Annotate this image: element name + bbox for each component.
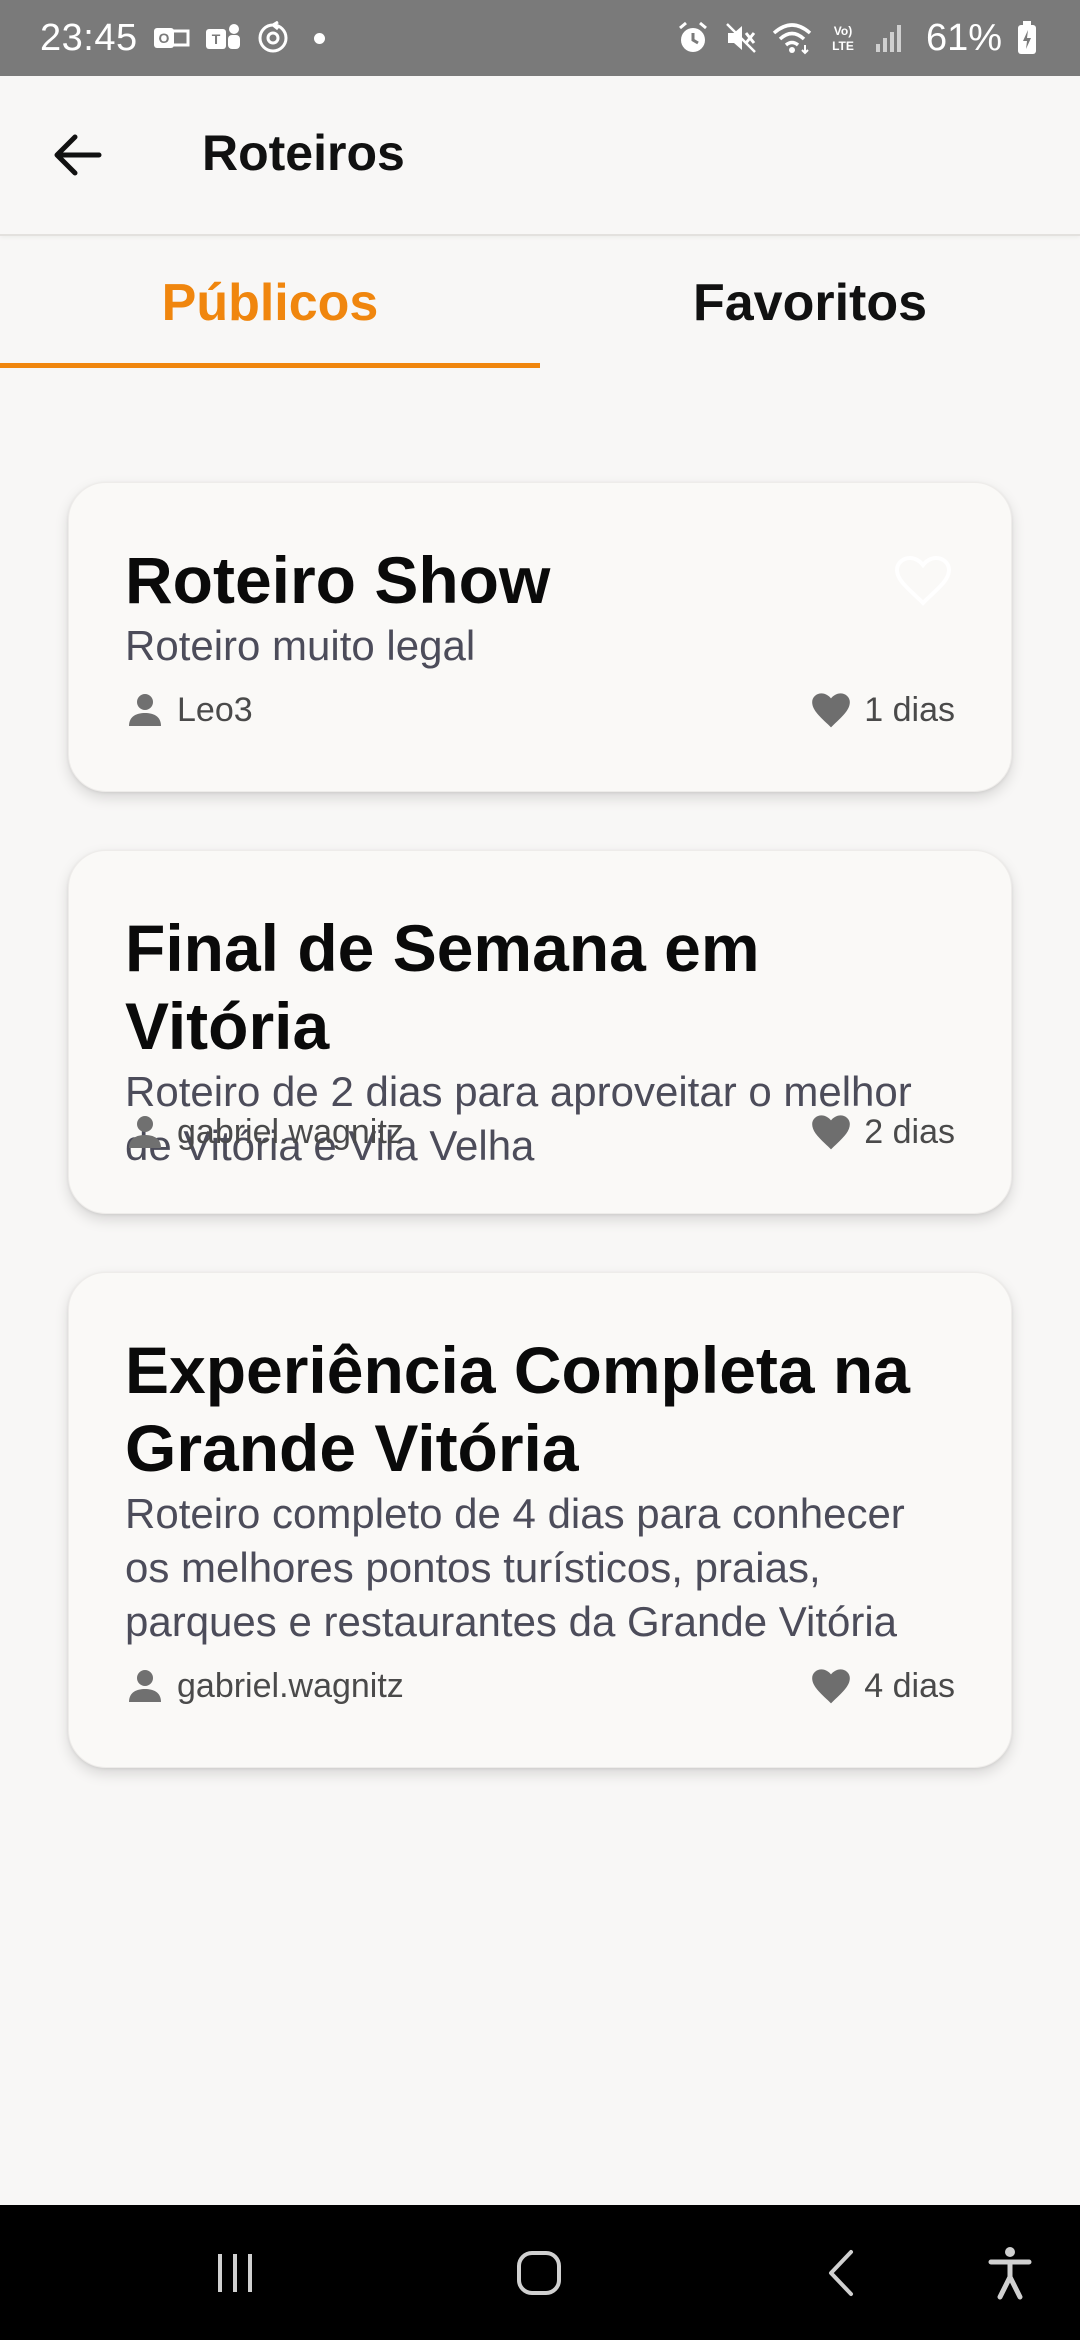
- days-count: 4 dias: [864, 1666, 955, 1705]
- svg-text:LTE: LTE: [832, 39, 854, 53]
- route-card[interactable]: Roteiro Show Roteiro muito legal Leo3 1 …: [68, 482, 1012, 792]
- accessibility-button[interactable]: [975, 2205, 1045, 2340]
- battery-percentage: 61%: [925, 16, 1002, 59]
- author: gabriel.wagnitz: [125, 1112, 404, 1152]
- tab-label: Públicos: [161, 274, 379, 332]
- teams-icon: T: [204, 21, 242, 55]
- heart-icon: [812, 693, 851, 728]
- heart-outline-icon: [894, 555, 952, 606]
- route-title: Final de Semana em Vitória: [125, 911, 760, 1063]
- route-card[interactable]: Experiência Completa na Grande Vitória R…: [68, 1272, 1012, 1768]
- heart-icon: [812, 1115, 851, 1150]
- sync-icon: [256, 21, 290, 55]
- author-name: Leo3: [177, 690, 253, 729]
- status-bar: 23:45 O T Vo) LTE 61%: [0, 0, 1080, 76]
- recent-apps-icon: [218, 2253, 252, 2292]
- days-count: 2 dias: [864, 1112, 955, 1151]
- person-icon: [129, 1670, 161, 1702]
- outlook-icon: O: [152, 22, 190, 54]
- days: 1 dias: [810, 691, 955, 730]
- days: 2 dias: [810, 1113, 955, 1152]
- wifi-icon: [772, 21, 812, 55]
- tab-label: Favoritos: [692, 274, 928, 332]
- route-footer: gabriel.wagnitz 2 dias: [125, 1107, 955, 1157]
- route-title: Experiência Completa na Grande Vitória: [125, 1333, 910, 1485]
- mute-icon: [724, 21, 758, 55]
- svg-text:Vo): Vo): [834, 24, 852, 38]
- tab-active-indicator: [0, 363, 540, 368]
- tab-bar: Públicos Favoritos: [0, 236, 1080, 370]
- signal-icon: [874, 22, 906, 54]
- recent-apps-button[interactable]: [190, 2205, 280, 2340]
- home-button[interactable]: [494, 2205, 584, 2340]
- favorite-button[interactable]: [891, 549, 955, 613]
- route-card[interactable]: Final de Semana em Vitória Roteiro de 2 …: [68, 850, 1012, 1214]
- notification-dot: [313, 32, 325, 44]
- route-description: Roteiro completo de 4 dias para conhecer…: [125, 1490, 905, 1645]
- route-title: Roteiro Show: [125, 543, 551, 617]
- back-button[interactable]: [32, 115, 122, 195]
- back-nav-button[interactable]: [800, 2205, 880, 2340]
- days: 4 dias: [810, 1667, 955, 1706]
- home-icon: [517, 2250, 561, 2295]
- status-bar-right: Vo) LTE 61%: [676, 17, 1038, 60]
- person-icon: [129, 694, 161, 726]
- svg-text:O: O: [158, 30, 169, 46]
- tab-publicos[interactable]: Públicos: [0, 236, 540, 370]
- status-time: 23:45: [40, 16, 138, 59]
- route-footer: Leo3 1 dias: [125, 685, 955, 735]
- page-title: Roteiros: [202, 125, 405, 181]
- route-description: Roteiro muito legal: [125, 622, 476, 669]
- person-icon: [129, 1116, 161, 1148]
- author: gabriel.wagnitz: [125, 1666, 404, 1706]
- author-name: gabriel.wagnitz: [177, 1112, 404, 1151]
- arrow-left-icon: [54, 134, 102, 176]
- battery-icon: [1016, 20, 1038, 56]
- status-bar-left: 23:45 O T: [40, 17, 325, 60]
- author-name: gabriel.wagnitz: [177, 1666, 404, 1705]
- alarm-icon: [676, 21, 710, 55]
- system-nav-bar: [0, 2205, 1080, 2340]
- app-bar: Roteiros: [0, 76, 1080, 236]
- volte-icon: Vo) LTE: [826, 21, 860, 55]
- accessibility-icon: [988, 2246, 1032, 2299]
- tab-favoritos[interactable]: Favoritos: [540, 236, 1080, 370]
- route-footer: gabriel.wagnitz 4 dias: [125, 1661, 955, 1711]
- heart-icon: [812, 1669, 851, 1704]
- svg-text:T: T: [211, 31, 220, 47]
- days-count: 1 dias: [864, 690, 955, 729]
- author: Leo3: [125, 690, 253, 730]
- back-icon: [829, 2249, 853, 2296]
